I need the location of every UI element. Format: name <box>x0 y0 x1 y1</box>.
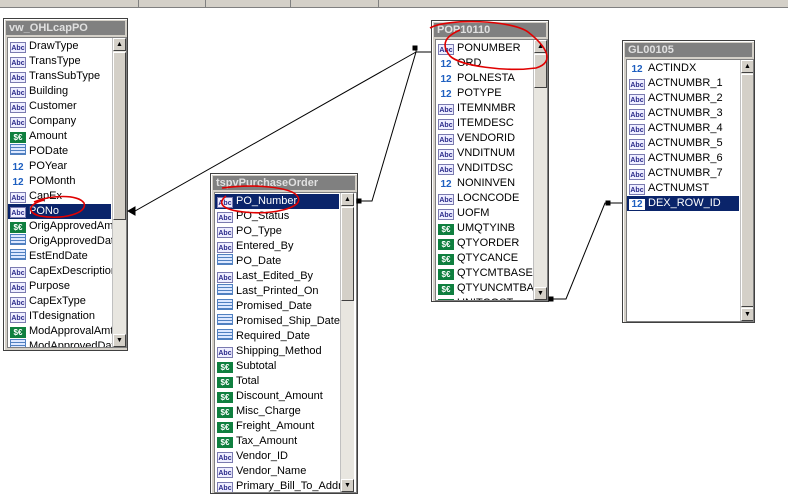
diagram-overlay <box>29 20 622 302</box>
join-line-pop-to-gl[interactable] <box>548 200 622 302</box>
annotation-marks <box>29 20 548 218</box>
join-line-pono-to-ponumber[interactable] <box>126 45 418 216</box>
join-line-po-number-to-ponumber[interactable] <box>356 51 431 204</box>
